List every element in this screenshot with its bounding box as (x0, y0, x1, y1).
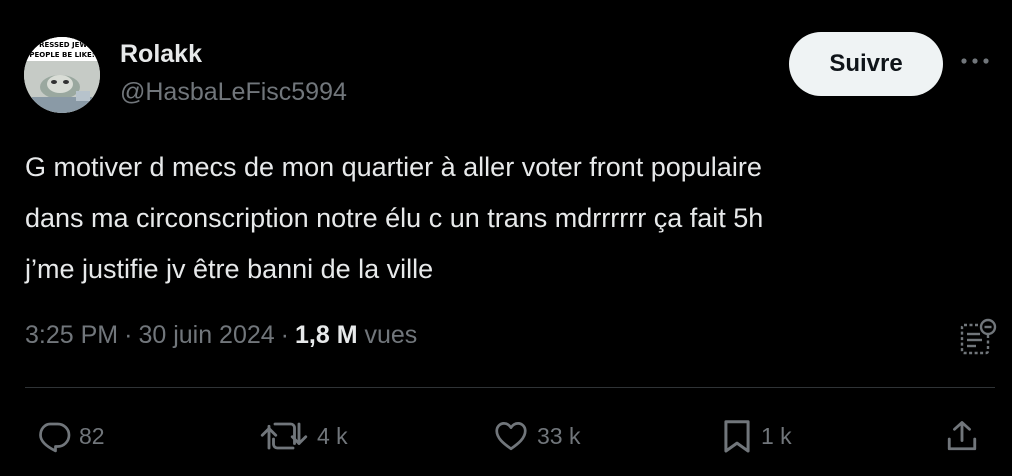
share-button[interactable] (944, 416, 980, 456)
user-handle[interactable]: @HasbaLeFisc5994 (120, 76, 347, 108)
views-label: vues (364, 321, 418, 349)
repost-button[interactable]: 4 k (258, 416, 348, 456)
tweet-text-line: j’me justifie jv être banni de la ville (25, 254, 434, 284)
tweet-text: G motiver d mecs de mon quartier à aller… (25, 142, 995, 295)
meta-separator: · (124, 321, 133, 349)
views-count: 1,8 M (295, 321, 358, 349)
display-name[interactable]: Rolakk (120, 38, 202, 70)
bookmark-count: 1 k (761, 422, 792, 449)
post-analytics-icon (960, 318, 997, 355)
repost-icon (260, 422, 308, 450)
share-icon (947, 421, 977, 451)
tweet-date[interactable]: 30 juin 2024 (138, 321, 274, 349)
like-icon (495, 422, 527, 451)
bookmark-button[interactable]: 1 k (720, 416, 792, 456)
reply-icon (39, 422, 71, 453)
reply-count: 82 (79, 422, 105, 449)
avatar-caption-line-1: EPRESSED JEWIS (29, 41, 95, 49)
reply-button[interactable]: 82 (36, 416, 105, 456)
tweet-meta: 3:25 PM · 30 juin 2024 · 1,8 M vues (25, 318, 417, 352)
more-button[interactable] (958, 44, 992, 78)
repost-count: 4 k (317, 422, 348, 449)
tweet-text-line: G motiver d mecs de mon quartier à aller… (25, 152, 762, 182)
avatar[interactable]: EPRESSED JEWIS PEOPLE BE LIKE: (24, 37, 100, 113)
bookmark-icon (724, 420, 750, 453)
like-count: 33 k (537, 422, 581, 449)
tweet-time[interactable]: 3:25 PM (25, 321, 118, 349)
tweet-text-line: dans ma circonscription notre élu c un t… (25, 203, 764, 233)
analytics-button[interactable] (958, 317, 998, 357)
more-horizontal-icon (961, 58, 989, 64)
avatar-image: EPRESSED JEWIS PEOPLE BE LIKE: (24, 37, 100, 113)
meta-separator: · (280, 321, 289, 349)
divider (25, 387, 995, 388)
avatar-caption-line-2: PEOPLE BE LIKE: (29, 51, 94, 59)
like-button[interactable]: 33 k (492, 416, 580, 456)
follow-button[interactable]: Suivre (789, 32, 943, 96)
